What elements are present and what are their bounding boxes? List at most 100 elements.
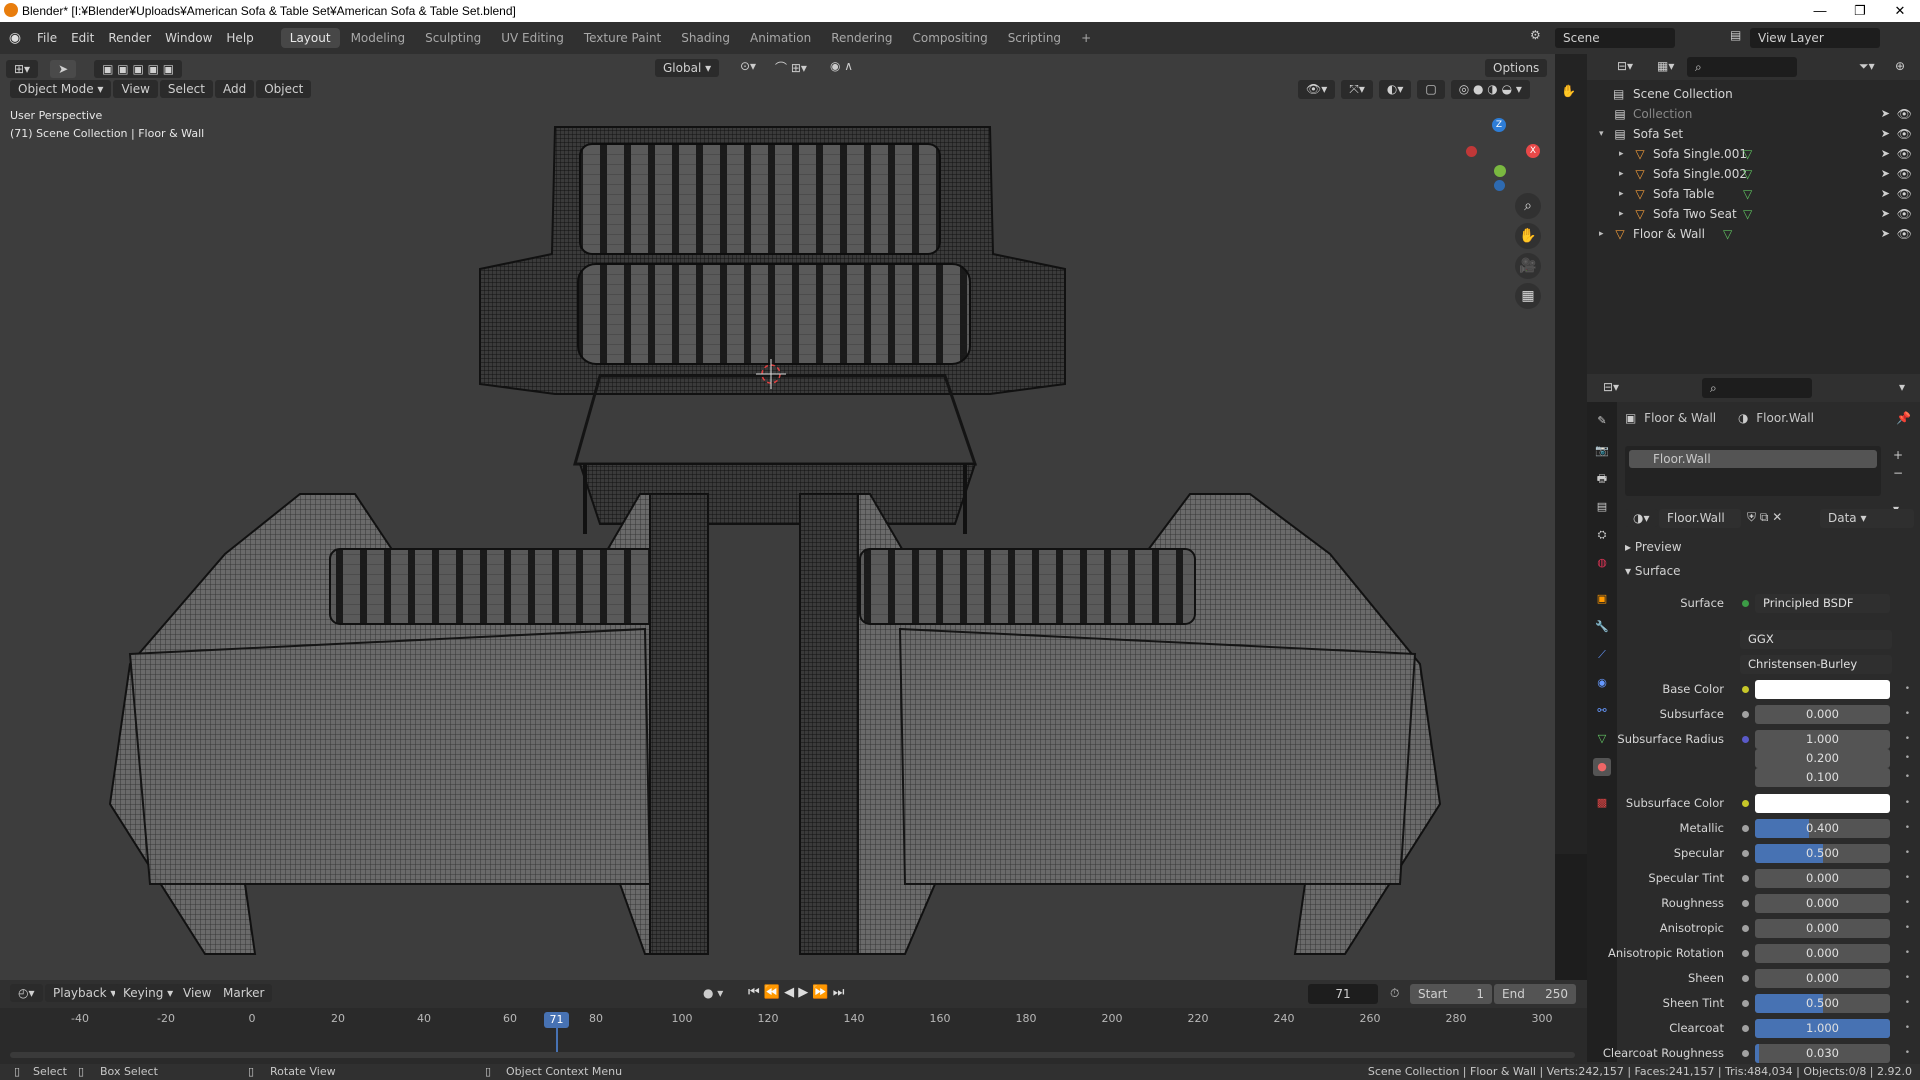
gizmo-toggle-icon[interactable]: ⤧▾ — [1341, 80, 1373, 99]
visibility-eye-icon[interactable]: 👁 — [1897, 124, 1912, 144]
timeline-menu-keying[interactable]: Keying ▾ — [115, 984, 182, 1002]
keyframe-dot-icon[interactable]: • — [1905, 772, 1910, 782]
value-slider[interactable]: 0.000 — [1755, 919, 1890, 938]
material-tab-icon[interactable]: ● — [1593, 758, 1611, 776]
gizmo-x-axis[interactable]: X — [1526, 144, 1540, 158]
preview-panel-header[interactable]: ▸ Preview — [1625, 540, 1915, 560]
selectable-toggle-icon[interactable]: ➤ — [1881, 124, 1890, 144]
keyframe-dot-icon[interactable]: • — [1905, 709, 1910, 719]
gizmo-y-axis[interactable] — [1494, 165, 1506, 177]
gizmo-neg-z-axis[interactable] — [1494, 180, 1505, 191]
viewport-menu-select[interactable]: Select — [159, 80, 213, 98]
visibility-eye-icon[interactable]: 👁 — [1897, 144, 1912, 164]
menu-window[interactable]: Window — [158, 31, 219, 45]
outliner-display-mode-icon[interactable]: ⊟▾ — [1617, 59, 1633, 73]
outliner-item[interactable]: ▾ ▤ Sofa Set ➤ 👁 — [1587, 124, 1920, 144]
value-slider[interactable]: 0.500 — [1755, 994, 1890, 1013]
mesh-data-icon[interactable]: ▽ — [1743, 184, 1752, 204]
keyframe-dot-icon[interactable]: • — [1905, 1023, 1910, 1033]
keyframe-dot-icon[interactable]: • — [1905, 998, 1910, 1008]
outliner-item[interactable]: ▸ ▽ Sofa Two Seat ▽ ➤ 👁 — [1587, 204, 1920, 224]
selectable-toggle-icon[interactable]: ➤ — [1881, 224, 1890, 244]
value-slider[interactable]: 0.000 — [1755, 869, 1890, 888]
auto-key-icon[interactable]: ● ▾ — [703, 986, 723, 1000]
playhead-frame-badge[interactable]: 71 — [544, 1012, 569, 1028]
scene-tab-icon[interactable]: ⛭ — [1593, 526, 1611, 544]
blender-menu-icon[interactable]: ◉ — [0, 30, 30, 46]
visibility-eye-icon[interactable]: 👁 — [1897, 184, 1912, 204]
properties-search-input[interactable]: ⌕ — [1702, 378, 1812, 398]
visibility-eye-icon[interactable]: 👁 — [1897, 164, 1912, 184]
menu-edit[interactable]: Edit — [64, 31, 101, 45]
keyframe-dot-icon[interactable]: • — [1905, 873, 1910, 883]
filter-icon[interactable]: ⏷▾ — [1859, 59, 1875, 74]
tab-compositing[interactable]: Compositing — [903, 28, 996, 48]
value-slider[interactable]: 0.200 — [1755, 749, 1890, 768]
timeline-editor-icon[interactable]: ◴▾ — [10, 984, 43, 1002]
mesh-data-icon[interactable]: ▽ — [1743, 204, 1752, 224]
color-swatch[interactable] — [1755, 794, 1890, 813]
proportional-edit-icon[interactable]: ◉ ∧ — [830, 59, 853, 73]
outliner-item[interactable]: ▸ ▽ Sofa Single.001 ▽ ➤ 👁 — [1587, 144, 1920, 164]
surface-panel-header[interactable]: ▾ Surface — [1625, 564, 1915, 584]
material-browse-icon[interactable]: ◑▾ — [1625, 509, 1658, 527]
zoom-icon[interactable]: ⌕ — [1515, 193, 1541, 219]
selection-mode-buttons[interactable]: ▣ ▣ ▣ ▣ ▣ — [94, 60, 183, 78]
selectable-toggle-icon[interactable]: ➤ — [1881, 164, 1890, 184]
value-slider[interactable]: 0.100 — [1755, 768, 1890, 787]
visibility-eye-icon[interactable]: 👁 — [1897, 104, 1912, 124]
keyframe-dot-icon[interactable]: • — [1905, 734, 1910, 744]
fake-user-icon[interactable]: ⛨ ⧉ ✕ — [1747, 510, 1782, 525]
navigation-gizmo[interactable]: Z X — [1460, 115, 1540, 195]
selectable-toggle-icon[interactable]: ➤ — [1881, 184, 1890, 204]
maximize-button[interactable]: ❐ — [1840, 0, 1880, 22]
outliner-item[interactable]: ▸ ▽ Floor & Wall ▽ ➤ 👁 — [1587, 224, 1920, 244]
keyframe-dot-icon[interactable]: • — [1905, 823, 1910, 833]
tab-texture-paint[interactable]: Texture Paint — [575, 28, 670, 48]
tab-layout[interactable]: Layout — [280, 28, 340, 48]
end-frame-field[interactable]: End 250 — [1494, 984, 1576, 1004]
gizmo-neg-x-axis[interactable] — [1466, 146, 1477, 157]
snap-icon[interactable]: ⌒ ⊞▾ — [775, 59, 807, 76]
menu-render[interactable]: Render — [101, 31, 158, 45]
constraints-tab-icon[interactable]: ⚯ — [1593, 702, 1611, 720]
value-slider[interactable]: 0.400 — [1755, 819, 1890, 838]
expand-toggle-icon[interactable]: ▸ — [1619, 204, 1629, 224]
tab-scripting[interactable]: Scripting — [999, 28, 1070, 48]
tab-shading[interactable]: Shading — [672, 28, 739, 48]
keyframe-dot-icon[interactable]: • — [1905, 848, 1910, 858]
properties-editor-icon[interactable]: ⊟▾ — [1603, 380, 1619, 394]
tab-uv-editing[interactable]: UV Editing — [492, 28, 573, 48]
expand-toggle-icon[interactable]: ▸ — [1599, 224, 1609, 244]
pan-hand-icon[interactable]: ✋ — [1515, 223, 1541, 249]
visibility-eye-icon[interactable]: 👁 — [1897, 224, 1912, 244]
color-swatch[interactable] — [1755, 680, 1890, 699]
xray-toggle-icon[interactable]: ▢ — [1417, 80, 1445, 99]
overlay-toggle-icon[interactable]: ◐▾ — [1378, 80, 1412, 99]
timeline-area[interactable]: -40 -20 0 20 40 60 80 100 120 140 160 180 200 220 240 2… — [0, 1008, 1587, 1064]
value-slider[interactable]: 1.000 — [1755, 1019, 1890, 1038]
new-collection-icon[interactable]: ⊕ — [1895, 59, 1905, 73]
mesh-data-icon[interactable]: ▽ — [1743, 144, 1752, 164]
transform-orientation-dropdown[interactable]: Global ▾ — [655, 59, 720, 77]
keyframe-dot-icon[interactable]: • — [1905, 1048, 1910, 1058]
mesh-data-icon[interactable]: ▽ — [1723, 224, 1732, 244]
minimize-button[interactable]: — — [1800, 0, 1840, 22]
keyframe-dot-icon[interactable]: • — [1905, 973, 1910, 983]
tool-tab-icon[interactable]: ✎ — [1593, 412, 1611, 430]
outliner-item[interactable]: ▤ Collection ➤ 👁 — [1587, 104, 1920, 124]
timeline-menu-playback[interactable]: Playback ▾ — [45, 984, 125, 1002]
add-workspace-button[interactable]: + — [1072, 28, 1100, 48]
value-slider[interactable]: 0.000 — [1755, 944, 1890, 963]
output-tab-icon[interactable]: 🖶 — [1593, 470, 1611, 488]
menu-help[interactable]: Help — [219, 31, 260, 45]
material-name-field[interactable]: Floor.Wall — [1659, 509, 1741, 528]
value-slider[interactable]: 0.030 — [1755, 1044, 1890, 1063]
selectable-toggle-icon[interactable]: ➤ — [1881, 144, 1890, 164]
menu-file[interactable]: File — [30, 31, 64, 45]
timeline-menu-marker[interactable]: Marker — [215, 984, 273, 1002]
gizmo-z-axis[interactable]: Z — [1492, 118, 1506, 132]
editor-type-button[interactable]: ⊞▾ — [6, 60, 39, 78]
mesh-data-icon[interactable]: ▽ — [1743, 164, 1752, 184]
current-frame-field[interactable]: 71 — [1308, 984, 1378, 1004]
